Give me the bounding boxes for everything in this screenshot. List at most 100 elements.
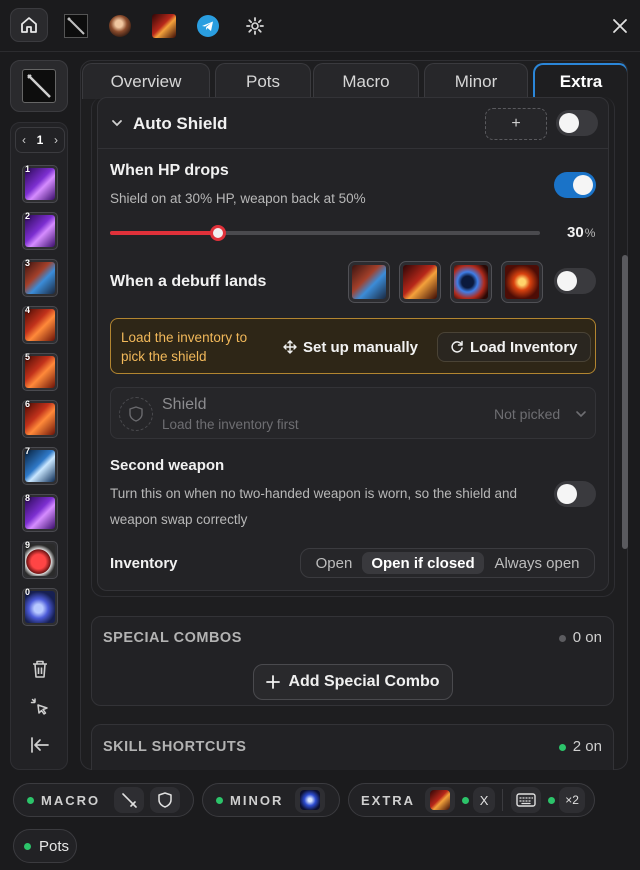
skill-slot-0[interactable]: 0 bbox=[22, 587, 58, 626]
special-combos-status: 0 on bbox=[558, 629, 602, 646]
macro-status-chip[interactable]: MACRO bbox=[13, 783, 194, 817]
second-weapon-title: Second weapon bbox=[110, 457, 225, 474]
extra-skill-slot[interactable] bbox=[425, 787, 456, 813]
second-weapon-toggle[interactable] bbox=[554, 481, 596, 507]
home-button[interactable] bbox=[10, 8, 48, 42]
pots-status-chip[interactable]: Pots bbox=[13, 829, 77, 863]
tab-macro[interactable]: Macro bbox=[313, 63, 419, 99]
debuff-skill-2[interactable] bbox=[399, 261, 441, 303]
vortex-skill-icon bbox=[454, 265, 488, 299]
second-weapon-description-line1: Turn this on when no two-handed weapon i… bbox=[110, 486, 518, 501]
slot-number: 4 bbox=[25, 305, 31, 315]
shield-status: Not picked bbox=[494, 406, 561, 422]
inventory-label: Inventory bbox=[110, 555, 178, 572]
gear-icon bbox=[246, 17, 264, 35]
lightning-skill-icon bbox=[300, 790, 321, 810]
shield-icon bbox=[158, 792, 172, 808]
skill-bar-rail: ‹ 1 › 1 2 3 4 5 6 7 8 9 0 bbox=[10, 122, 68, 770]
keyboard-shortcut-button[interactable] bbox=[511, 787, 542, 813]
skill-slot-2[interactable]: 2 bbox=[22, 211, 58, 250]
debuff-skill-4[interactable] bbox=[501, 261, 543, 303]
debuff-trigger-title: When a debuff lands bbox=[110, 273, 267, 290]
add-special-combo-button[interactable]: Add Special Combo bbox=[253, 664, 453, 700]
fire-skill-icon bbox=[152, 14, 176, 38]
extra-chip-label: EXTRA bbox=[361, 792, 416, 808]
skill-slot-4[interactable]: 4 bbox=[22, 305, 58, 344]
inventory-option-always-open[interactable]: Always open bbox=[487, 552, 587, 574]
extra-status-chip[interactable]: EXTRA X ×2 bbox=[348, 783, 595, 817]
sunburst-skill-icon bbox=[505, 265, 539, 299]
extra-hotkey[interactable]: X bbox=[473, 787, 496, 813]
status-dot bbox=[548, 796, 556, 804]
slider-handle[interactable] bbox=[209, 225, 226, 241]
page-switcher: ‹ 1 › bbox=[15, 127, 65, 153]
load-inventory-label: Load Inventory bbox=[470, 338, 578, 356]
skill-slot-9[interactable]: 9 bbox=[22, 540, 58, 579]
macro-chip-label: MACRO bbox=[41, 792, 101, 808]
skill-slot-5[interactable]: 5 bbox=[22, 352, 58, 391]
character-avatar-button[interactable] bbox=[104, 10, 136, 42]
prev-page-button[interactable]: ‹ bbox=[22, 133, 26, 147]
slot-number: 1 bbox=[25, 164, 31, 174]
refresh-icon bbox=[451, 340, 463, 353]
skill-slot-7[interactable]: 7 bbox=[22, 446, 58, 485]
fire-skill-tab-button[interactable] bbox=[148, 10, 180, 42]
slot-number: 3 bbox=[25, 258, 31, 268]
threshold-number: 30 bbox=[567, 224, 584, 241]
slot-number: 5 bbox=[25, 352, 31, 362]
home-icon bbox=[21, 17, 37, 33]
hp-threshold-value: 30% bbox=[567, 224, 595, 241]
chevron-down-icon[interactable] bbox=[111, 118, 123, 128]
page-number: 1 bbox=[36, 133, 44, 147]
delete-button[interactable] bbox=[28, 657, 52, 681]
cursor-click-icon bbox=[30, 698, 48, 715]
inventory-option-open[interactable]: Open bbox=[307, 552, 361, 574]
auto-shield-toggle[interactable] bbox=[556, 110, 598, 136]
debuff-skill-1[interactable] bbox=[348, 261, 390, 303]
collapse-rail-button[interactable] bbox=[28, 733, 52, 757]
plus-icon bbox=[266, 675, 281, 689]
keyboard-icon bbox=[516, 793, 536, 807]
debuff-skill-3[interactable] bbox=[450, 261, 492, 303]
tab-overview[interactable]: Overview bbox=[82, 63, 210, 99]
scrollbar[interactable] bbox=[622, 255, 628, 549]
skill-slot-3[interactable]: 3 bbox=[22, 258, 58, 297]
chip-divider bbox=[502, 789, 504, 811]
pick-target-button[interactable] bbox=[28, 695, 52, 719]
debuff-trigger-toggle[interactable] bbox=[554, 268, 596, 294]
chevron-down-icon bbox=[576, 411, 586, 418]
add-special-combo-label: Add Special Combo bbox=[288, 673, 440, 690]
sword-icon bbox=[64, 14, 88, 38]
status-dot bbox=[558, 743, 566, 751]
skill-shortcuts-section[interactable]: SKILL SHORTCUTS 2 on bbox=[91, 724, 614, 770]
collapse-left-icon bbox=[31, 737, 49, 753]
setup-manually-button[interactable]: Set up manually bbox=[283, 332, 418, 362]
close-button[interactable] bbox=[604, 10, 636, 42]
macro-weapon-slot[interactable] bbox=[114, 787, 145, 813]
skill-slot-8[interactable]: 8 bbox=[22, 493, 58, 532]
skill-slot-1[interactable]: 1 bbox=[22, 164, 58, 203]
tab-minor[interactable]: Minor bbox=[424, 63, 528, 99]
divider bbox=[98, 148, 608, 149]
add-trigger-button[interactable]: + bbox=[485, 108, 547, 140]
selected-weapon-slot[interactable] bbox=[10, 60, 68, 112]
sword-tab-button[interactable] bbox=[60, 10, 92, 42]
skill-slot-6[interactable]: 6 bbox=[22, 399, 58, 438]
tab-pots[interactable]: Pots bbox=[215, 63, 311, 99]
load-inventory-button[interactable]: Load Inventory bbox=[437, 332, 591, 362]
next-page-button[interactable]: › bbox=[54, 133, 58, 147]
move-icon bbox=[283, 340, 297, 354]
settings-button[interactable] bbox=[239, 10, 271, 42]
macro-shield-slot[interactable] bbox=[150, 787, 181, 813]
telegram-button[interactable] bbox=[192, 10, 224, 42]
tab-extra[interactable]: Extra bbox=[533, 63, 627, 99]
minor-skill-slot[interactable] bbox=[295, 787, 326, 813]
hp-threshold-slider[interactable] bbox=[110, 225, 540, 241]
avatar bbox=[109, 15, 131, 37]
minor-status-chip[interactable]: MINOR bbox=[202, 783, 340, 817]
hp-trigger-toggle[interactable] bbox=[554, 172, 596, 198]
top-bar bbox=[0, 0, 640, 52]
fire-burst-skill-icon bbox=[403, 265, 437, 299]
inventory-option-open-if-closed[interactable]: Open if closed bbox=[362, 552, 484, 574]
shield-picker[interactable]: Shield Load the inventory first Not pick… bbox=[110, 387, 596, 439]
